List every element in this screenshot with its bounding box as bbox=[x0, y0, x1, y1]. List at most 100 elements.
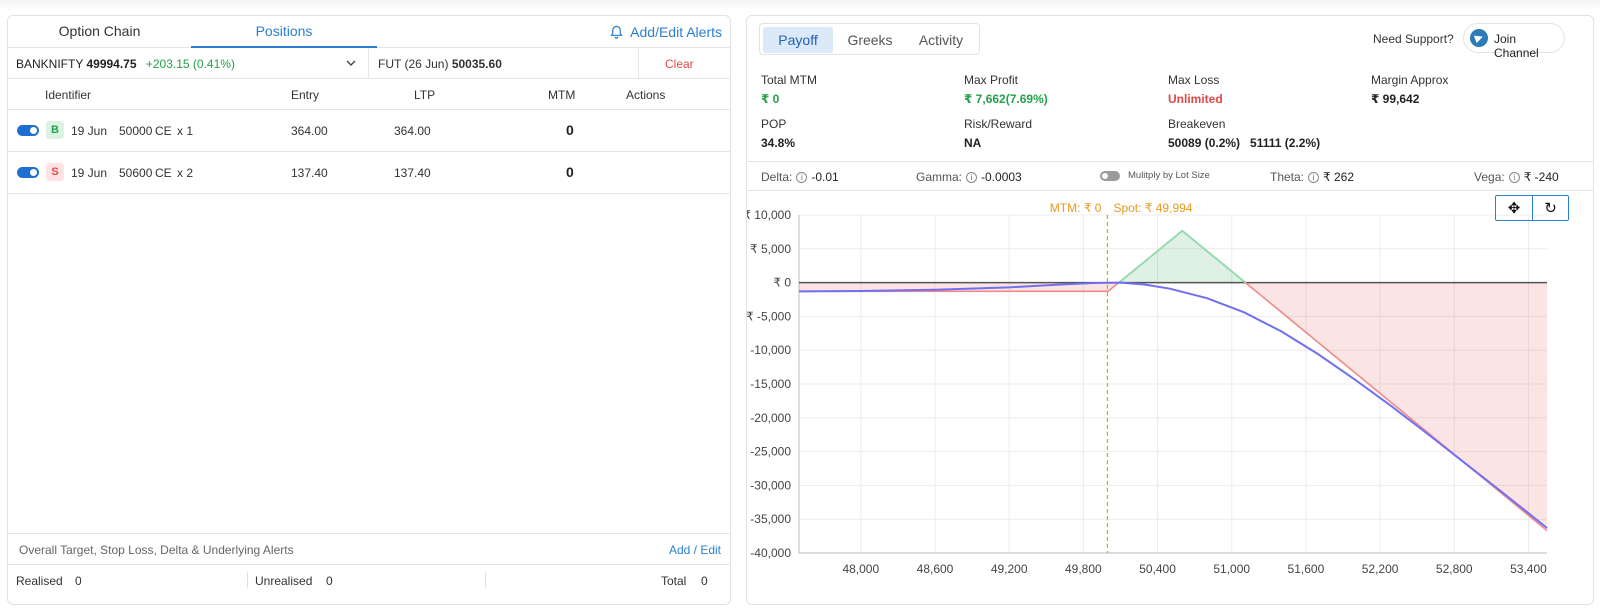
greek-theta: Theta: i ₹ 262 bbox=[1270, 170, 1354, 184]
stat-value: Unlimited bbox=[1168, 92, 1223, 106]
stat-value: NA bbox=[964, 136, 982, 150]
total-value: 0 bbox=[701, 574, 708, 588]
position-type: CE bbox=[155, 166, 172, 180]
x-tick-label: 52,800 bbox=[1436, 562, 1473, 576]
tab-activity[interactable]: Activity bbox=[906, 27, 976, 53]
tab-greeks[interactable]: Greeks bbox=[836, 27, 904, 53]
total-label: Total bbox=[661, 574, 687, 588]
greek-vega: Vega: i ₹ -240 bbox=[1474, 170, 1559, 184]
table-row: B 19 Jun 50000 CE x 1 364.00 364.00 0 bbox=[8, 110, 730, 152]
tab-option-chain[interactable]: Option Chain bbox=[8, 16, 191, 48]
add-edit-link[interactable]: Add / Edit bbox=[669, 543, 721, 557]
theta-label: Theta: bbox=[1270, 170, 1305, 184]
payoff-chart[interactable]: ₹ 10,000 ₹ 5,000 ₹ 0 ₹ -5,000 ₹ -10,000 ₹ -15… bbox=[747, 193, 1593, 605]
divider bbox=[485, 572, 486, 588]
alerts-footer-text: Overall Target, Stop Loss, Delta & Under… bbox=[19, 543, 294, 557]
sell-badge: S bbox=[46, 163, 64, 181]
underlying-symbol: BANKNIFTY bbox=[16, 57, 84, 71]
profit-area bbox=[1119, 230, 1246, 283]
position-toggle[interactable] bbox=[17, 125, 39, 136]
x-tick-label: 48,600 bbox=[917, 562, 954, 576]
y-tick-label: ₹ -40,000 bbox=[747, 546, 791, 560]
greek-delta: Delta: i -0.01 bbox=[761, 170, 839, 184]
tab-payoff[interactable]: Payoff bbox=[763, 27, 833, 53]
gamma-value: -0.0003 bbox=[981, 170, 1022, 184]
stat-max-loss: Max Loss Unlimited bbox=[1168, 73, 1223, 106]
payoff-panel: Payoff Greeks Activity Need Support? Joi… bbox=[746, 15, 1594, 605]
lot-size-label: Mulitply by Lot Size bbox=[1128, 170, 1210, 181]
x-tick-label: 49,800 bbox=[1065, 562, 1102, 576]
stat-max-profit: Max Profit ₹ 7,662(7.69%) bbox=[964, 73, 1048, 106]
underlying-change: +203.15 (0.41%) bbox=[145, 57, 235, 71]
positions-panel: Option Chain Positions Add/Edit Alerts B… bbox=[7, 15, 731, 605]
lot-size-toggle[interactable]: Mulitply by Lot Size bbox=[1100, 170, 1210, 181]
unrealised-value: 0 bbox=[326, 574, 333, 588]
info-icon[interactable]: i bbox=[1308, 171, 1320, 183]
greek-gamma: Gamma: i -0.0003 bbox=[916, 170, 1022, 184]
x-tick-label: 49,200 bbox=[991, 562, 1028, 576]
x-tick-label: 52,200 bbox=[1362, 562, 1399, 576]
divider bbox=[638, 48, 639, 79]
pan-icon[interactable]: ✥ bbox=[1496, 196, 1532, 220]
left-tab-bar: Option Chain Positions Add/Edit Alerts bbox=[8, 16, 730, 48]
stat-value: ₹ 0 bbox=[761, 92, 780, 106]
future-quote: FUT (26 Jun) 50035.60 bbox=[378, 57, 502, 71]
future-label: FUT (26 Jun) bbox=[378, 57, 449, 71]
chart-controls: ✥ ↻ bbox=[1495, 195, 1569, 221]
y-tick-label: ₹ 0 bbox=[773, 276, 791, 290]
need-support-label: Need Support? bbox=[1373, 32, 1454, 46]
vega-value: ₹ -240 bbox=[1523, 170, 1559, 184]
position-mtm: 0 bbox=[566, 122, 574, 138]
y-tick-label: ₹ 5,000 bbox=[750, 242, 791, 256]
tab-positions[interactable]: Positions bbox=[191, 16, 377, 48]
stat-label: Total MTM bbox=[761, 73, 818, 87]
position-toggle[interactable] bbox=[17, 167, 39, 178]
y-tick-label: ₹ -20,000 bbox=[747, 411, 791, 425]
stat-label: Risk/Reward bbox=[964, 117, 1033, 131]
stat-value: ₹ 7,662(7.69%) bbox=[964, 92, 1048, 106]
info-icon[interactable]: i bbox=[966, 171, 978, 183]
join-channel-button[interactable]: Join Channel bbox=[1463, 23, 1565, 60]
delta-label: Delta: bbox=[761, 170, 793, 184]
y-tick-label: ₹ -35,000 bbox=[747, 512, 791, 526]
position-qty: x 2 bbox=[177, 166, 194, 180]
x-tick-label: 50,400 bbox=[1139, 562, 1176, 576]
totals-bar: Realised 0 Unrealised 0 Total 0 bbox=[8, 564, 730, 595]
position-ltp: 364.00 bbox=[394, 124, 431, 138]
stat-value: ₹ 99,642 bbox=[1371, 92, 1420, 106]
underlying-info-bar: BANKNIFTY 49994.75 +203.15 (0.41%) FUT (… bbox=[8, 48, 730, 79]
join-channel-label: Join Channel bbox=[1494, 32, 1539, 60]
info-icon[interactable]: i bbox=[1508, 171, 1520, 183]
underlying-quote: BANKNIFTY 49994.75 +203.15 (0.41%) bbox=[16, 57, 235, 71]
y-tick-label: ₹ -30,000 bbox=[747, 478, 791, 492]
stat-breakeven: Breakeven 50089 (0.2%) 51111 (2.2%) bbox=[1168, 117, 1320, 150]
position-mtm: 0 bbox=[566, 164, 574, 180]
right-tab-bar: Payoff Greeks Activity bbox=[759, 23, 980, 55]
add-edit-alerts-button[interactable]: Add/Edit Alerts bbox=[609, 16, 722, 48]
future-price: 50035.60 bbox=[451, 57, 502, 71]
vega-label: Vega: bbox=[1474, 170, 1505, 184]
position-entry: 137.40 bbox=[291, 166, 328, 180]
clear-button[interactable]: Clear bbox=[665, 57, 694, 71]
spot-annotation: Spot: ₹ 49,994 bbox=[1113, 201, 1192, 215]
stat-label: POP bbox=[761, 117, 787, 131]
realised-label: Realised bbox=[16, 574, 63, 588]
stat-total-mtm: Total MTM ₹ 0 bbox=[761, 73, 817, 106]
col-ltp: LTP bbox=[414, 88, 436, 102]
delta-value: -0.01 bbox=[811, 170, 839, 184]
info-icon[interactable]: i bbox=[796, 171, 808, 183]
y-tick-label: ₹ -5,000 bbox=[747, 309, 791, 323]
divider bbox=[247, 572, 248, 588]
y-tick-label: ₹ -25,000 bbox=[747, 445, 791, 459]
stat-pop: POP 34.8% bbox=[761, 117, 795, 150]
stat-label: Margin Approx bbox=[1371, 73, 1449, 87]
stat-margin-approx: Margin Approx ₹ 99,642 bbox=[1371, 73, 1448, 106]
chevron-down-icon[interactable] bbox=[345, 54, 357, 75]
x-tick-label: 51,000 bbox=[1213, 562, 1250, 576]
col-mtm: MTM bbox=[548, 88, 576, 102]
reset-icon[interactable]: ↻ bbox=[1531, 196, 1568, 220]
position-type: CE bbox=[155, 124, 172, 138]
divider bbox=[368, 48, 369, 79]
toggle-switch[interactable] bbox=[1100, 170, 1120, 181]
stat-value: 50089 (0.2%) 51111 (2.2%) bbox=[1168, 136, 1321, 150]
